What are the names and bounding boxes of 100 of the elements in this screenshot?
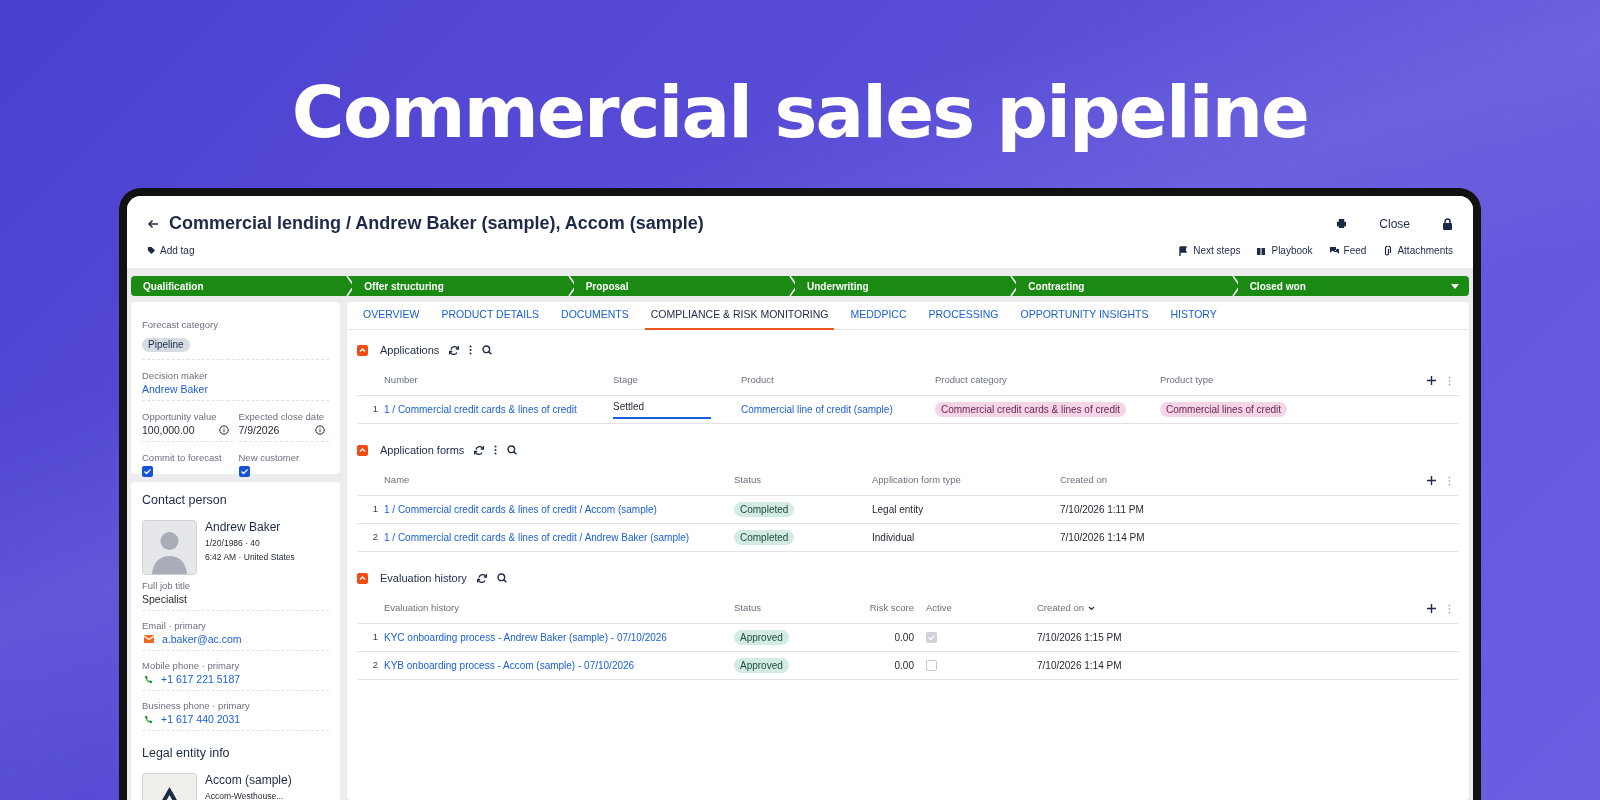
tab[interactable]: HISTORY [1164,302,1223,330]
column-header[interactable]: Evaluation history [384,601,459,616]
checkbox[interactable] [142,466,153,477]
pipeline-stage[interactable]: Closed won [1237,276,1469,296]
contact-link[interactable]: Andrew Baker [142,382,329,396]
column-header[interactable]: Created on [1060,473,1107,488]
table-cell-text: 7/10/2026 1:15 PM [1037,631,1122,645]
phone-link[interactable]: +1 617 440 2031 [161,712,241,726]
column-header[interactable]: Name [384,473,410,488]
refresh-icon[interactable] [449,345,460,355]
lock-icon[interactable] [1442,217,1453,230]
tab[interactable]: PRODUCT DETAILS [435,302,546,330]
category-tag: Pipeline [142,338,190,352]
checkbox[interactable] [238,466,250,477]
flag-icon [1178,245,1189,256]
email-link[interactable]: a.baker@ac.com [162,632,242,646]
record-link[interactable]: KYC onboarding process - Andrew Baker (sample) - 07/10/2026 [384,630,667,645]
status-badge: Approved [734,630,789,645]
pipeline-stage[interactable]: Qualification [131,276,353,296]
field-label: Mobile phone · primary [142,659,241,672]
toolbar-button[interactable]: Attachments [1382,243,1453,258]
search-icon[interactable] [507,445,518,455]
info-icon[interactable] [315,425,325,435]
collapse-icon[interactable] [357,344,368,356]
tab[interactable]: OPPORTUNITY INSIGHTS [1014,302,1155,330]
person-silhouette-icon [142,520,197,575]
dropdown-caret-icon [1450,283,1459,289]
contact-name: Andrew Baker [205,520,282,535]
refresh-icon[interactable] [474,445,485,455]
column-header[interactable]: Product type [1160,373,1214,388]
row-number: 1 [371,402,379,417]
tab[interactable]: COMPLIANCE & RISK MONITORING [644,302,835,330]
field-label: Commit to forecast [142,451,223,464]
phone-icon [144,674,153,684]
row-number: 1 [371,630,379,645]
record-link[interactable]: 1 / Commercial credit cards & lines of credit / Andrew Baker (sample) [384,530,690,545]
field-label: Expected close date [238,410,326,423]
add-icon[interactable] [1427,376,1436,385]
field-label: New customer [238,451,301,464]
book-icon [1256,245,1267,256]
column-header[interactable]: Active [926,601,952,616]
refresh-icon[interactable] [476,573,487,583]
record-link[interactable]: Commercial line of credit (sample) [741,402,893,417]
section-title: Evaluation history [380,570,467,586]
column-header[interactable]: Product category [935,373,1007,388]
pipeline-stage[interactable]: Contracting [1016,276,1238,296]
stage-value: Settled [613,400,646,414]
print-icon[interactable] [1336,218,1348,229]
column-header[interactable]: Product [741,373,774,388]
column-header[interactable]: Status [734,473,761,488]
info-icon[interactable] [218,425,229,435]
column-header[interactable]: Created on [1037,601,1084,616]
more-options-icon[interactable] [494,445,498,455]
toolbar-button[interactable]: Feed [1328,243,1367,258]
section-title: Application forms [380,442,465,458]
record-link[interactable]: 1 / Commercial credit cards & lines of credit [384,402,577,417]
collapse-icon[interactable] [357,572,368,584]
collapse-icon[interactable] [357,444,368,456]
record-title: Commercial lending / Andrew Baker (sample), Accom (sample) [169,212,704,235]
category-tag: Commercial credit cards & lines of credit [935,402,1126,417]
pipeline-stage[interactable]: Proposal [573,276,795,296]
paperclip-icon [1382,245,1393,256]
column-header[interactable]: Stage [613,373,638,388]
back-arrow-icon[interactable] [147,217,159,230]
field-value: 7/9/2026 [238,423,280,437]
phone-icon [144,714,153,724]
toolbar-button[interactable]: Next steps [1178,243,1241,258]
search-icon[interactable] [496,573,507,583]
column-header[interactable]: Application form type [872,473,961,488]
table-cell-text: 7/10/2026 1:14 PM [1037,659,1122,673]
more-options-icon[interactable] [469,345,473,355]
column-header[interactable]: Status [734,601,761,616]
field-label: Opportunity value [142,410,218,423]
tab[interactable]: DOCUMENTS [555,302,635,330]
phone-link[interactable]: +1 617 221 5187 [161,672,241,686]
banner-heading: Commercial sales pipeline [291,70,1309,154]
toolbar-button[interactable]: Playbook [1256,243,1313,258]
field-label: Forecast category [142,318,220,331]
table-cell-text: Legal entity [872,503,924,517]
add-icon[interactable] [1427,476,1436,485]
card-heading: Legal entity info [142,745,231,761]
column-header[interactable]: Number [384,373,418,388]
record-link[interactable]: KYB onboarding process - Accom (sample) - 07/10/2026 [384,658,635,673]
column-header[interactable]: Risk score [869,601,914,616]
section-title: Applications [380,342,440,358]
tab[interactable]: PROCESSING [922,302,1005,330]
field-label: Business phone · primary [142,699,251,712]
field-label: Full job title [142,579,192,592]
tab[interactable]: MEDDPICC [844,302,913,330]
birth-date: 1/20/1986 · 40 [205,537,261,550]
add-icon[interactable] [1427,604,1436,613]
pipeline-stage[interactable]: Underwriting [795,276,1017,296]
status-badge: Completed [734,502,795,517]
close-button[interactable]: Close [1369,214,1420,233]
sort-caret-icon[interactable] [1088,606,1095,611]
tab[interactable]: OVERVIEW [357,302,426,330]
add-tag-button[interactable]: Add tag [147,243,195,258]
search-icon[interactable] [482,345,493,355]
pipeline-stage[interactable]: Offer structuring [352,276,574,296]
record-link[interactable]: 1 / Commercial credit cards & lines of credit / Accom (sample) [384,502,657,517]
